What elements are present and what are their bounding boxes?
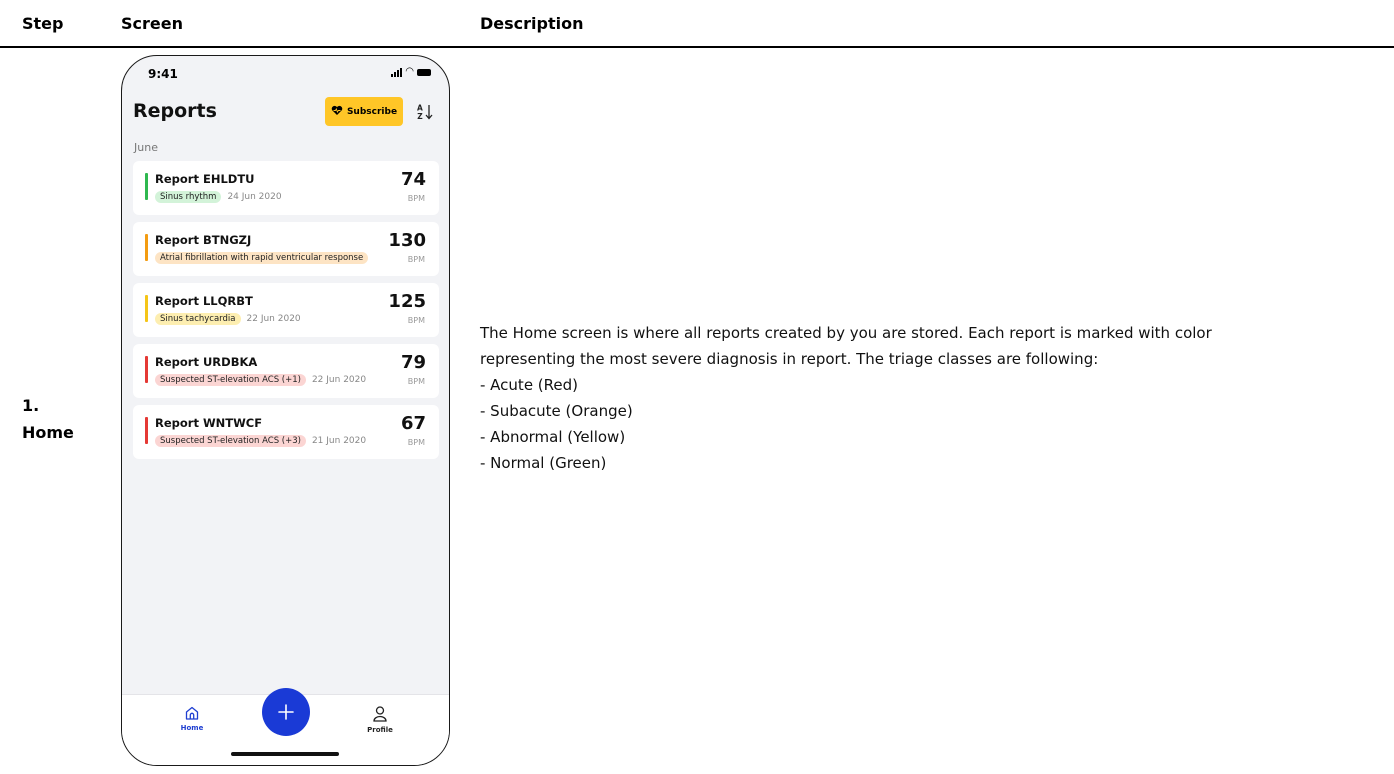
triage-color-bar bbox=[145, 234, 148, 261]
bpm-value: 67 bbox=[400, 413, 426, 434]
report-title: Report URDBKA bbox=[155, 355, 258, 369]
report-date: 21 Jun 2020 bbox=[311, 436, 367, 446]
phone-screenshot: 9:41 ◠ Reports Subscribe A Z June Report… bbox=[121, 55, 450, 766]
tab-home[interactable]: Home bbox=[162, 705, 222, 732]
description-line: The Home screen is where all reports cre… bbox=[480, 324, 1212, 342]
bpm-unit: BPM bbox=[407, 438, 425, 447]
step-description: The Home screen is where all reports cre… bbox=[480, 320, 1380, 476]
heart-ecg-icon bbox=[331, 105, 343, 119]
report-card[interactable]: Report WNTWCF Suspected ST-elevation ACS… bbox=[133, 405, 439, 459]
triage-color-bar bbox=[145, 295, 148, 322]
subscribe-label: Subscribe bbox=[346, 106, 398, 117]
step-number: 1. bbox=[22, 396, 40, 415]
status-bar: 9:41 ◠ bbox=[122, 56, 449, 92]
tab-profile-label: Profile bbox=[367, 726, 393, 734]
bpm-unit: BPM bbox=[407, 194, 425, 203]
description-line: - Acute (Red) bbox=[480, 376, 579, 394]
subscribe-button[interactable]: Subscribe bbox=[325, 97, 403, 126]
wifi-icon: ◠ bbox=[405, 66, 414, 77]
report-card[interactable]: Report LLQRBT Sinus tachycardia 22 Jun 2… bbox=[133, 283, 439, 337]
tab-profile[interactable]: Profile bbox=[350, 705, 410, 734]
report-date: 22 Jun 2020 bbox=[311, 375, 367, 385]
diagnosis-tag: Sinus tachycardia bbox=[155, 313, 241, 325]
battery-icon bbox=[417, 68, 431, 76]
triage-color-bar bbox=[145, 417, 148, 444]
diagnosis-tag: Sinus rhythm bbox=[155, 191, 222, 203]
step-name: Home bbox=[22, 423, 74, 442]
bpm-value: 130 bbox=[388, 230, 426, 251]
column-header-description: Description bbox=[480, 14, 584, 33]
report-title: Report BTNGZJ bbox=[155, 233, 252, 247]
column-header-screen: Screen bbox=[121, 14, 183, 33]
home-icon bbox=[185, 706, 199, 720]
page-title: Reports bbox=[133, 100, 217, 122]
report-meta: Suspected ST-elevation ACS (+1) 22 Jun 2… bbox=[155, 374, 380, 386]
step-label: 1. Home bbox=[22, 392, 74, 446]
report-meta: Atrial fibrillation with rapid ventricul… bbox=[155, 252, 380, 264]
status-time: 9:41 bbox=[148, 67, 178, 81]
bpm-unit: BPM bbox=[407, 377, 425, 386]
triage-color-bar bbox=[145, 173, 148, 200]
diagnosis-tag: Atrial fibrillation with rapid ventricul… bbox=[155, 252, 369, 264]
signal-icon bbox=[391, 67, 403, 77]
report-date: 24 Jun 2020 bbox=[227, 192, 282, 202]
report-card[interactable]: Report BTNGZJ Atrial fibrillation with r… bbox=[133, 222, 439, 276]
svg-text:Z: Z bbox=[417, 112, 423, 121]
bpm-value: 74 bbox=[400, 169, 426, 190]
bpm-value: 79 bbox=[400, 352, 426, 373]
report-card[interactable]: Report EHLDTU Sinus rhythm 24 Jun 2020 7… bbox=[133, 161, 439, 215]
add-report-button[interactable] bbox=[262, 688, 310, 736]
description-line: - Normal (Green) bbox=[480, 454, 607, 472]
report-title: Report LLQRBT bbox=[155, 294, 253, 308]
home-indicator bbox=[231, 752, 339, 756]
description-line: representing the most severe diagnosis i… bbox=[480, 350, 1099, 368]
profile-icon bbox=[373, 706, 387, 722]
report-title: Report WNTWCF bbox=[155, 416, 263, 430]
plus-icon bbox=[278, 704, 294, 720]
system-icons: ◠ bbox=[391, 67, 431, 77]
report-meta: Suspected ST-elevation ACS (+3) 21 Jun 2… bbox=[155, 435, 380, 447]
report-title: Report EHLDTU bbox=[155, 172, 255, 186]
sort-az-icon[interactable]: A Z bbox=[411, 97, 439, 126]
section-header-month: June bbox=[134, 141, 158, 154]
report-card[interactable]: Report URDBKA Suspected ST-elevation ACS… bbox=[133, 344, 439, 398]
diagnosis-tag: Suspected ST-elevation ACS (+3) bbox=[155, 435, 306, 447]
column-header-step: Step bbox=[22, 14, 64, 33]
triage-color-bar bbox=[145, 356, 148, 383]
bpm-unit: BPM bbox=[407, 255, 425, 264]
description-line: - Subacute (Orange) bbox=[480, 402, 633, 420]
report-meta: Sinus tachycardia 22 Jun 2020 bbox=[155, 313, 380, 325]
report-meta: Sinus rhythm 24 Jun 2020 bbox=[155, 191, 380, 203]
header-divider bbox=[0, 46, 1394, 48]
diagnosis-tag: Suspected ST-elevation ACS (+1) bbox=[155, 374, 306, 386]
bpm-value: 125 bbox=[388, 291, 426, 312]
report-date: 22 Jun 2020 bbox=[246, 314, 301, 324]
description-line: - Abnormal (Yellow) bbox=[480, 428, 626, 446]
bpm-unit: BPM bbox=[407, 316, 425, 325]
tab-home-label: Home bbox=[180, 724, 204, 732]
